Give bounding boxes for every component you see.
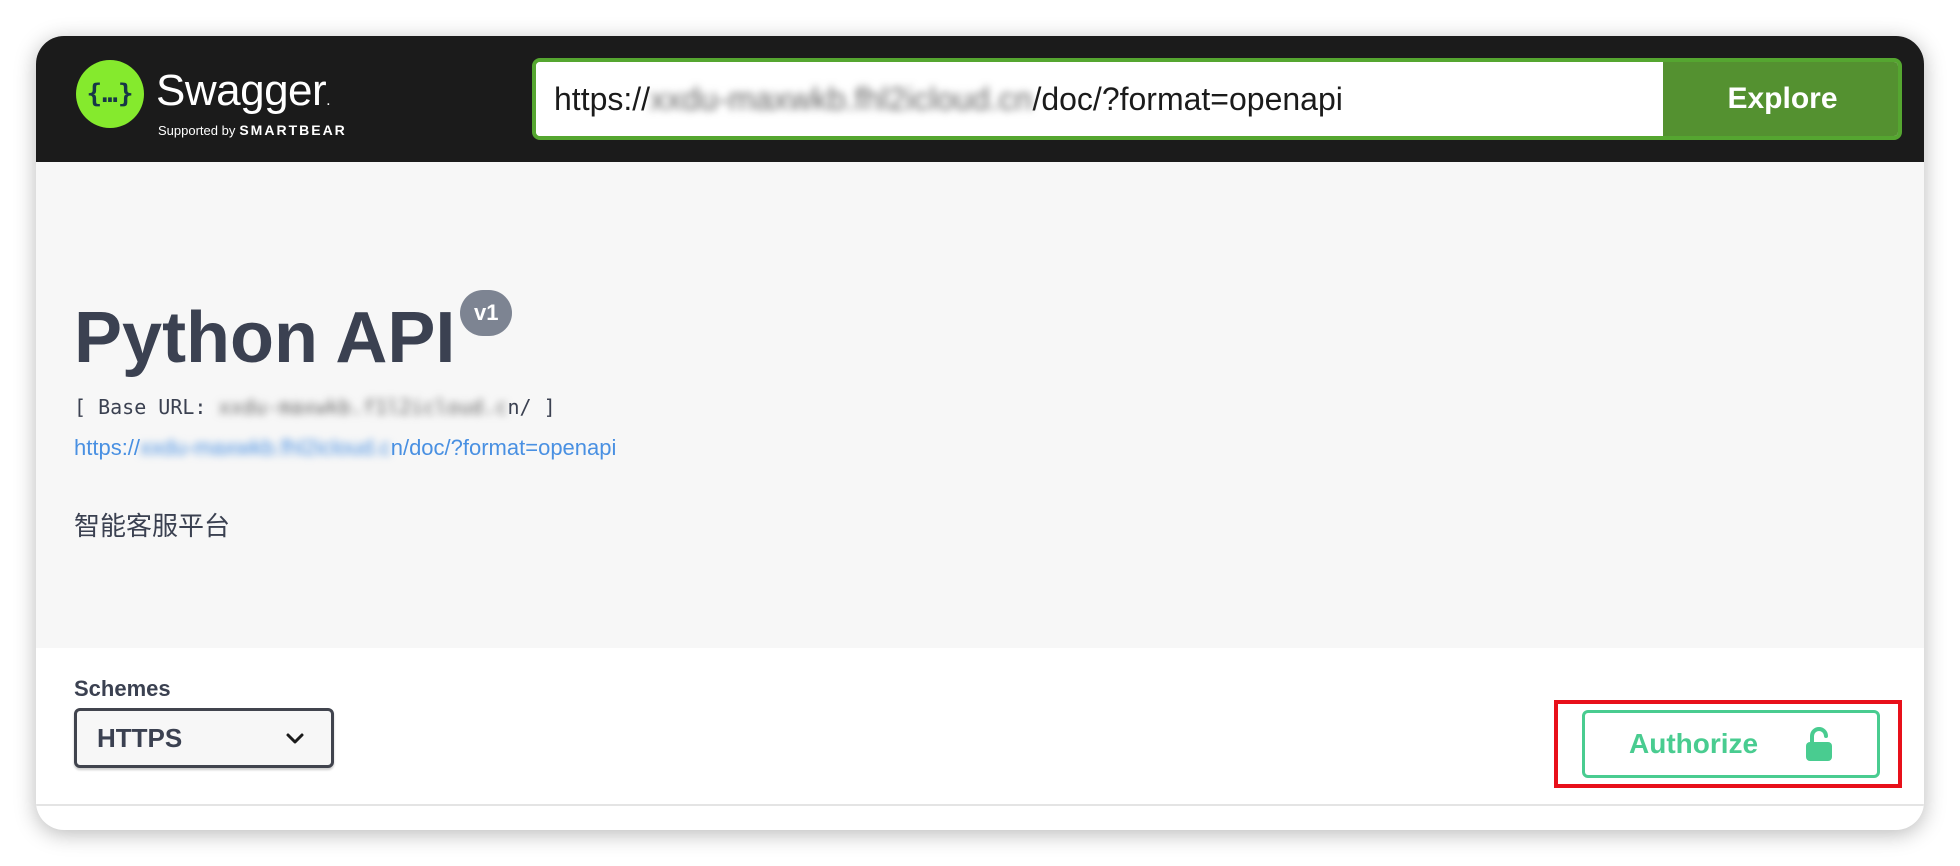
brand-name: Swagger. (156, 66, 331, 115)
authorize-button[interactable]: Authorize (1582, 710, 1880, 778)
authorize-label: Authorize (1629, 728, 1759, 759)
chevron-down-icon (286, 733, 304, 744)
spec-url-form: https://xxdu-maxwkb.fhl2icloud.cn/doc/?f… (532, 58, 1902, 140)
explore-button[interactable]: Explore (1663, 62, 1898, 136)
swagger-logo-icon: {…} (76, 60, 144, 128)
api-description: 智能客服平台 (74, 511, 231, 541)
brand-tagline: Supported by SMARTBEAR (158, 122, 347, 138)
scheme-selected-value: HTTPS (97, 723, 183, 753)
api-title: Python API (74, 298, 456, 378)
spec-link[interactable]: https://xxdu-maxwkb.fhl2icloud.cn/doc/?f… (74, 434, 616, 462)
swagger-ui-card: {…} Swagger. Supported by SMARTBEAR https… (36, 36, 1924, 830)
unlocked-padlock-icon (1806, 727, 1832, 761)
version-badge: v1 (460, 290, 513, 336)
scheme-select[interactable]: HTTPS (74, 708, 334, 768)
schemes-section: Schemes HTTPS Authorize (36, 648, 1924, 806)
schemes-label: Schemes (74, 676, 171, 701)
topbar: {…} Swagger. Supported by SMARTBEAR https… (36, 36, 1924, 162)
api-info-section: Python API v1 [ Base URL: xxdu-maxwkb.f1… (36, 162, 1924, 648)
base-url: [ Base URL: xxdu-maxwkb.f1l2icloud.cn/ ] (74, 395, 556, 419)
svg-text:{…}: {…} (87, 79, 134, 109)
spec-url-input[interactable]: https://xxdu-maxwkb.fhl2icloud.cn/doc/?f… (536, 62, 1663, 136)
